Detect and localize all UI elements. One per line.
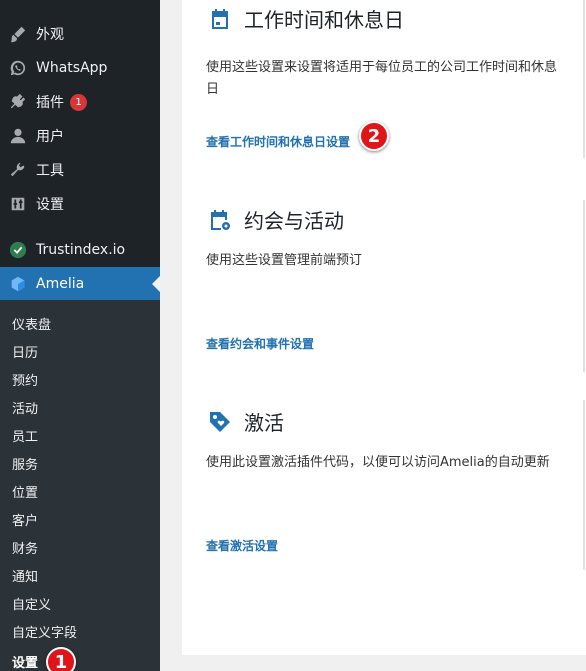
sidebar-item-label: WhatsApp: [36, 60, 108, 76]
submenu-item-calendar[interactable]: 日历: [12, 342, 38, 361]
settings-icon: [0, 195, 36, 213]
sidebar-item-plugins[interactable]: 插件 1: [0, 85, 160, 119]
section-title: 约会与活动: [206, 205, 566, 234]
section-activation: 激活 使用此设置激活插件代码，以便可以访问Amelia的自动更新: [206, 407, 566, 474]
section-appointments-events: 约会与活动 使用这些设置管理前端预订: [206, 205, 566, 272]
tag-heart-icon: [206, 408, 234, 436]
update-count-badge: 1: [70, 93, 87, 111]
submenu-item-notifications[interactable]: 通知: [12, 566, 38, 585]
submenu-item-settings[interactable]: 设置: [12, 652, 38, 671]
whatsapp-icon: [0, 59, 36, 77]
submenu-item-appointments[interactable]: 预约: [12, 370, 38, 389]
wrench-icon: [0, 161, 36, 179]
sidebar-item-settings[interactable]: 设置: [0, 187, 160, 221]
admin-sidebar: 外观 WhatsApp 插件 1 用户 工具 设置 Trustindex.io …: [0, 0, 160, 671]
sidebar-item-trustindex[interactable]: Trustindex.io: [0, 233, 160, 267]
step-2-badge: 2: [359, 121, 389, 151]
activation-settings-link[interactable]: 查看激活设置: [206, 537, 278, 554]
calendar-icon: [206, 5, 234, 33]
sidebar-item-label: Trustindex.io: [36, 242, 126, 258]
sidebar-item-label: 工具: [36, 163, 64, 179]
active-indicator: [152, 276, 160, 292]
sidebar-item-label: Amelia: [36, 276, 85, 292]
submenu-item-customers[interactable]: 客户: [12, 510, 38, 529]
paintbrush-icon: [0, 25, 36, 43]
section-divider: [583, 200, 585, 372]
section-working-hours: 工作时间和休息日 使用这些设置来设置将适用于每位员工的公司工作时间和休息日: [206, 4, 566, 101]
step-1-badge: 1: [46, 647, 76, 671]
section-title: 工作时间和休息日: [206, 4, 566, 33]
sidebar-item-users[interactable]: 用户: [0, 119, 160, 153]
submenu-item-employees[interactable]: 员工: [12, 426, 38, 445]
working-hours-settings-link[interactable]: 查看工作时间和休息日设置: [206, 133, 350, 150]
section-description: 使用此设置激活插件代码，以便可以访问Amelia的自动更新: [206, 455, 550, 470]
sidebar-item-whatsapp[interactable]: WhatsApp: [0, 51, 160, 85]
sidebar-item-appearance[interactable]: 外观: [0, 17, 160, 51]
section-divider: [583, 400, 585, 570]
calendar-gear-icon: [206, 206, 234, 234]
amelia-submenu: 仪表盘 日历 预约 活动 员工 服务 位置 客户 财务 通知 自定义 自定义字段…: [0, 300, 160, 671]
section-divider: [583, 0, 585, 158]
submenu-item-dashboard[interactable]: 仪表盘: [12, 314, 51, 333]
sidebar-item-label: 外观: [36, 27, 64, 43]
sidebar-item-amelia[interactable]: Amelia: [0, 267, 160, 301]
plugin-icon: [0, 93, 36, 111]
submenu-item-services[interactable]: 服务: [12, 454, 38, 473]
sidebar-item-label: 插件: [36, 95, 64, 111]
submenu-item-custom-fields[interactable]: 自定义字段: [12, 622, 77, 641]
section-description: 使用这些设置来设置将适用于每位员工的公司工作时间和休息日: [206, 60, 558, 97]
submenu-item-finance[interactable]: 财务: [12, 538, 38, 557]
amelia-icon: [0, 275, 36, 293]
submenu-item-locations[interactable]: 位置: [12, 482, 38, 501]
user-icon: [0, 127, 36, 145]
section-title: 激活: [206, 407, 566, 436]
sidebar-item-tools[interactable]: 工具: [0, 153, 160, 187]
section-description: 使用这些设置管理前端预订: [206, 253, 363, 268]
settings-card: 工作时间和休息日 使用这些设置来设置将适用于每位员工的公司工作时间和休息日 查看…: [182, 0, 586, 655]
sidebar-item-label: 用户: [36, 129, 64, 145]
sidebar-item-label: 设置: [36, 197, 64, 213]
trustindex-icon: [0, 241, 36, 259]
appointments-events-settings-link[interactable]: 查看约会和事件设置: [206, 335, 314, 352]
submenu-item-events[interactable]: 活动: [12, 398, 38, 417]
submenu-item-customize[interactable]: 自定义: [12, 594, 51, 613]
